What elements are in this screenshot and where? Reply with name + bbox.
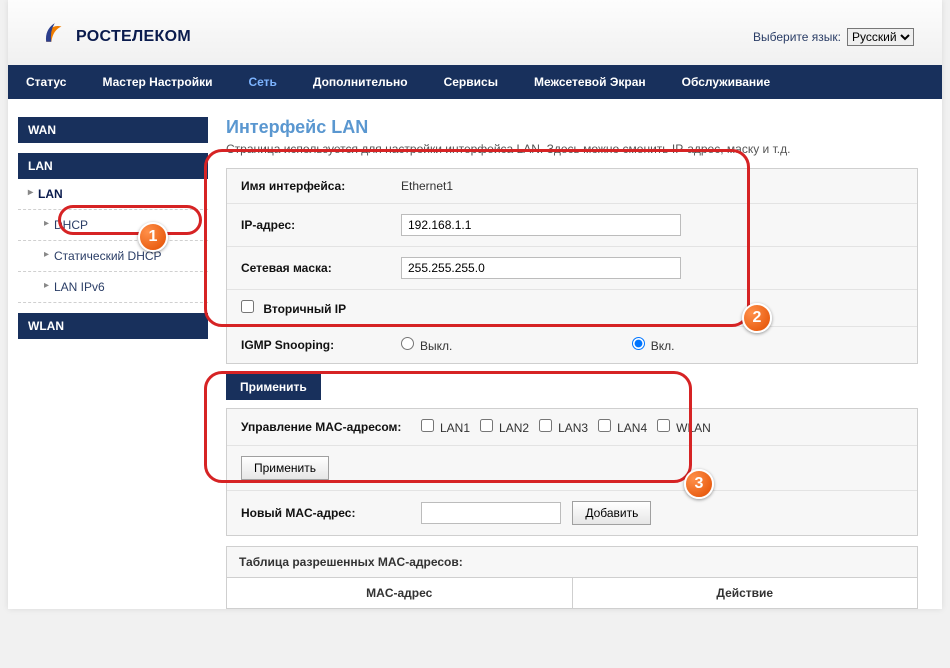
callout-number-2: 2: [742, 303, 772, 333]
nav-item-4[interactable]: Сервисы: [426, 65, 516, 99]
nav-item-2[interactable]: Сеть: [230, 65, 294, 99]
language-select[interactable]: Русский: [847, 28, 914, 46]
page-description: Страница используется для настройки инте…: [226, 142, 918, 156]
sidebar-group-lan[interactable]: LAN: [18, 153, 208, 179]
language-selector: Выберите язык: Русский: [753, 28, 914, 46]
ip-address-label: IP-адрес:: [241, 218, 401, 232]
mac-table-col-mac: MAC-адрес: [227, 578, 573, 608]
port-checkbox-lan2[interactable]: LAN2: [480, 421, 529, 435]
port-checkbox-lan1[interactable]: LAN1: [421, 421, 470, 435]
nav-item-3[interactable]: Дополнительно: [295, 65, 426, 99]
header: РОСТЕЛЕКОМ Выберите язык: Русский: [8, 0, 942, 65]
callout-number-3: 3: [684, 469, 714, 499]
sidebar-item-lan[interactable]: LAN: [18, 179, 208, 210]
top-nav: СтатусМастер НастройкиСетьДополнительноС…: [8, 65, 942, 99]
sidebar: WANLANLANDHCPСтатический DHCPLAN IPv6WLA…: [8, 99, 208, 609]
sidebar-group-wlan[interactable]: WLAN: [18, 313, 208, 339]
sidebar-item-lan-ipv6[interactable]: LAN IPv6: [18, 272, 208, 303]
mac-apply-button[interactable]: Применить: [241, 456, 329, 480]
sidebar-group-wan[interactable]: WAN: [18, 117, 208, 143]
main-content: Интерфейс LAN Страница используется для …: [208, 99, 942, 609]
mac-table-header: MAC-адрес Действие: [226, 578, 918, 609]
interface-name-label: Имя интерфейса:: [241, 179, 401, 193]
secondary-ip-checkbox[interactable]: [241, 300, 254, 313]
mac-mgmt-label: Управление MAC-адресом:: [241, 420, 421, 434]
mac-mgmt-ports: LAN1 LAN2 LAN3 LAN4 WLAN: [421, 419, 903, 435]
mac-table-col-action: Действие: [573, 578, 918, 608]
nav-item-0[interactable]: Статус: [8, 65, 84, 99]
subnet-mask-input[interactable]: [401, 257, 681, 279]
nav-item-5[interactable]: Межсетевой Экран: [516, 65, 664, 99]
mac-table-caption: Таблица разрешенных MAC-адресов:: [226, 546, 918, 578]
ip-address-input[interactable]: [401, 214, 681, 236]
secondary-ip-label: Вторичный IP: [263, 302, 346, 316]
rostelecom-icon: [36, 18, 70, 55]
igmp-label: IGMP Snooping:: [241, 338, 401, 352]
sidebar-item-статический-dhcp[interactable]: Статический DHCP: [18, 241, 208, 272]
apply-button[interactable]: Применить: [226, 374, 321, 400]
new-mac-label: Новый MAC-адрес:: [241, 506, 421, 520]
new-mac-input[interactable]: [421, 502, 561, 524]
language-label: Выберите язык:: [753, 30, 841, 44]
igmp-on-option[interactable]: Вкл.: [632, 339, 675, 353]
port-checkbox-lan4[interactable]: LAN4: [598, 421, 647, 435]
mac-management-card: Управление MAC-адресом: LAN1 LAN2 LAN3 LAN4…: [226, 408, 918, 536]
sidebar-item-dhcp[interactable]: DHCP: [18, 210, 208, 241]
subnet-mask-label: Сетевая маска:: [241, 261, 401, 275]
callout-number-1: 1: [138, 222, 168, 252]
port-checkbox-wlan[interactable]: WLAN: [657, 421, 711, 435]
nav-item-6[interactable]: Обслуживание: [664, 65, 789, 99]
brand-logo: РОСТЕЛЕКОМ: [36, 18, 191, 55]
igmp-off-option[interactable]: Выкл.: [401, 339, 452, 353]
page-title: Интерфейс LAN: [226, 117, 918, 138]
add-mac-button[interactable]: Добавить: [572, 501, 651, 525]
nav-item-1[interactable]: Мастер Настройки: [84, 65, 230, 99]
interface-name-value: Ethernet1: [401, 179, 903, 193]
port-checkbox-lan3[interactable]: LAN3: [539, 421, 588, 435]
lan-settings-card: Имя интерфейса: Ethernet1 IP-адрес: Сете…: [226, 168, 918, 364]
brand-name: РОСТЕЛЕКОМ: [76, 28, 191, 46]
